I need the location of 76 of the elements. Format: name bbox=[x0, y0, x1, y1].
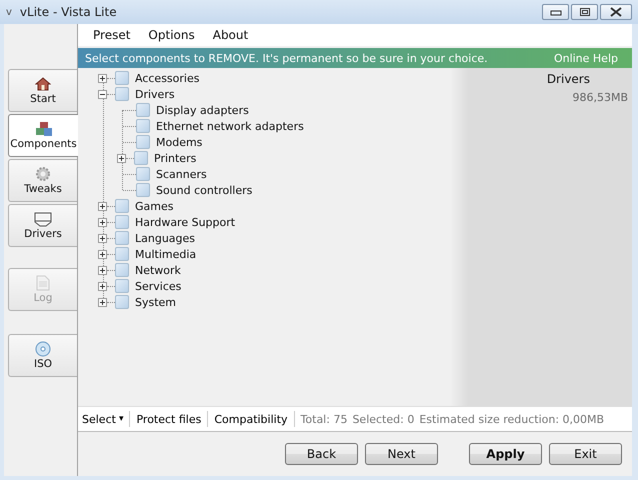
instruction-text: Select components to REMOVE. It's permanent so be sure in your choice. bbox=[85, 52, 488, 64]
checkbox[interactable] bbox=[115, 87, 129, 101]
dialog-button[interactable]: Exit bbox=[549, 443, 622, 465]
tree-item[interactable]: Drivers bbox=[135, 88, 175, 100]
tree-item[interactable]: Multimedia bbox=[135, 248, 196, 260]
window-title: vLite - Vista Lite bbox=[20, 5, 118, 19]
minimize-icon bbox=[550, 8, 562, 16]
dialog-button[interactable]: Apply bbox=[469, 443, 542, 465]
sidebar-tab[interactable]: Drivers bbox=[8, 204, 77, 247]
sidebar-tab[interactable]: Components bbox=[8, 114, 78, 157]
expand-toggle[interactable] bbox=[98, 250, 107, 258]
checkbox[interactable] bbox=[115, 263, 129, 277]
close-icon bbox=[609, 7, 623, 17]
drive-icon bbox=[34, 211, 52, 227]
menu-item[interactable]: Options bbox=[139, 28, 204, 42]
caret-icon: ▾ bbox=[118, 414, 124, 424]
disc-icon bbox=[35, 341, 51, 357]
tree-item[interactable]: Games bbox=[135, 200, 174, 212]
maximize-icon bbox=[578, 7, 590, 17]
select-dropdown[interactable]: Select ▾ bbox=[82, 412, 124, 426]
tree-item[interactable]: Accessories bbox=[135, 72, 200, 84]
checkbox[interactable] bbox=[115, 71, 129, 85]
expand-toggle[interactable] bbox=[98, 282, 107, 290]
expand-toggle[interactable] bbox=[98, 266, 107, 274]
checkbox[interactable] bbox=[115, 231, 129, 245]
checkbox[interactable] bbox=[136, 135, 150, 149]
selected-count: Selected: 0 bbox=[352, 412, 414, 426]
document-icon bbox=[36, 275, 50, 291]
checkbox[interactable] bbox=[115, 215, 129, 229]
expand-toggle[interactable] bbox=[98, 234, 107, 242]
maximize-button[interactable] bbox=[571, 4, 598, 20]
size-reduction: Estimated size reduction: 0,00MB bbox=[419, 412, 604, 426]
close-button[interactable] bbox=[600, 4, 632, 20]
expand-toggle[interactable] bbox=[98, 74, 107, 82]
details-title: Drivers bbox=[546, 72, 590, 86]
tree-item[interactable]: Hardware Support bbox=[135, 216, 236, 228]
menu-item[interactable]: Preset bbox=[84, 28, 140, 42]
menu-item[interactable]: About bbox=[204, 28, 258, 42]
checkbox[interactable] bbox=[136, 119, 150, 133]
expand-toggle[interactable] bbox=[98, 202, 107, 210]
tree-item[interactable]: System bbox=[135, 296, 176, 308]
sidebar-tab[interactable]: Start bbox=[8, 69, 77, 112]
checkbox[interactable] bbox=[136, 183, 150, 197]
tree-item[interactable]: Sound controllers bbox=[156, 184, 252, 196]
app-logo: v bbox=[6, 6, 12, 18]
tree-item[interactable]: Services bbox=[135, 280, 182, 292]
compatibility-button[interactable]: Compatibility bbox=[214, 412, 288, 426]
expand-toggle[interactable] bbox=[117, 154, 126, 162]
tree-item[interactable]: Languages bbox=[135, 232, 196, 244]
total-count: Total: 75 bbox=[300, 412, 348, 426]
dialog-button[interactable]: Next bbox=[365, 443, 438, 465]
checkbox[interactable] bbox=[115, 295, 129, 309]
tree-item[interactable]: Modems bbox=[156, 136, 202, 148]
tree-item[interactable]: Ethernet network adapters bbox=[156, 120, 304, 132]
sidebar-tab[interactable]: ISO bbox=[8, 334, 77, 377]
expand-toggle[interactable] bbox=[98, 218, 107, 226]
checkbox[interactable] bbox=[115, 247, 129, 261]
checkbox[interactable] bbox=[115, 279, 129, 293]
checkbox[interactable] bbox=[136, 167, 150, 181]
dialog-button[interactable]: Back bbox=[285, 443, 358, 465]
cubes-icon bbox=[34, 121, 52, 137]
gear-icon bbox=[35, 166, 51, 182]
checkbox[interactable] bbox=[115, 199, 129, 213]
collapse-toggle[interactable] bbox=[98, 90, 107, 98]
house-icon bbox=[35, 76, 51, 92]
protect-files-button[interactable]: Protect files bbox=[136, 412, 202, 426]
sidebar-tab[interactable]: Tweaks bbox=[8, 159, 77, 202]
minimize-button[interactable] bbox=[542, 4, 569, 20]
size-label: 986,53MB bbox=[572, 91, 628, 104]
tree-item[interactable]: Printers bbox=[154, 152, 196, 164]
tree-item[interactable]: Display adapters bbox=[156, 104, 249, 116]
checkbox[interactable] bbox=[134, 151, 148, 165]
checkbox[interactable] bbox=[136, 103, 150, 117]
expand-toggle[interactable] bbox=[98, 298, 107, 306]
tree-item[interactable]: Network bbox=[135, 264, 181, 276]
tree-item[interactable]: Scanners bbox=[156, 168, 207, 180]
